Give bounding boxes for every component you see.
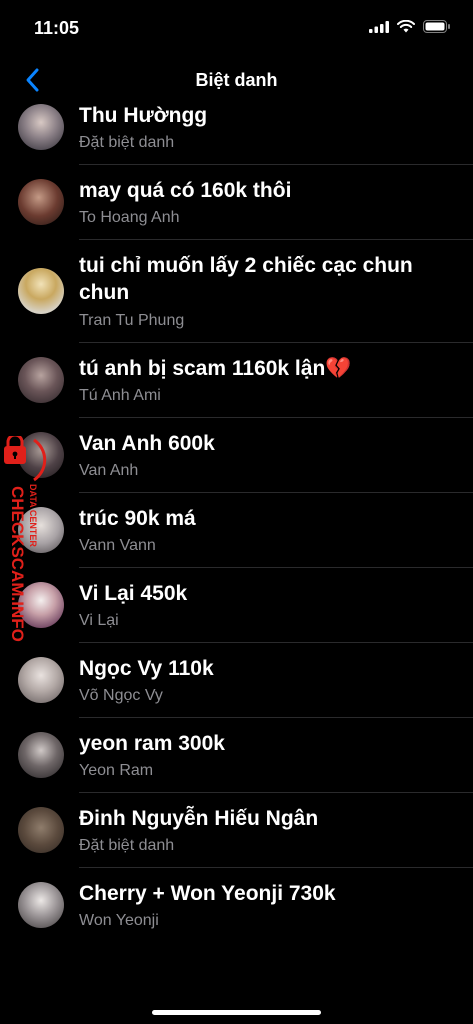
avatar <box>18 732 64 778</box>
contact-nickname: Vi Lại 450k <box>79 582 188 605</box>
avatar <box>18 268 64 314</box>
contact-nickname: Cherry + Won Yeonji 730k <box>79 882 336 905</box>
contact-subtitle: Vi Lại <box>79 612 119 629</box>
contact-row[interactable]: Ngọc Vy 110k Võ Ngọc Vy <box>0 643 473 718</box>
contact-nickname: tú anh bị scam 1160k lận💔 <box>79 355 453 382</box>
contact-row[interactable]: may quá có 160k thôi To Hoang Anh <box>0 165 473 240</box>
contact-row[interactable]: Cherry + Won Yeonji 730k Won Yeonji <box>0 868 473 943</box>
avatar <box>18 582 64 628</box>
page-title: Biệt danh <box>195 70 278 90</box>
contact-nickname: Van Anh 600k <box>79 432 215 455</box>
contact-nickname: Ngọc Vy 110k <box>79 657 214 680</box>
contact-row[interactable]: Thu Hườngg Đặt biệt danh <box>0 90 473 165</box>
avatar <box>18 179 64 225</box>
contact-row[interactable]: trúc 90k má Vann Vann <box>0 493 473 568</box>
home-indicator[interactable] <box>152 1010 321 1015</box>
contact-subtitle: Đặt biệt danh <box>79 837 175 854</box>
contact-nickname: yeon ram 300k <box>79 732 225 755</box>
contact-nickname: Thu Hườngg <box>79 104 208 127</box>
broken-heart-emoji: 💔 <box>325 357 352 380</box>
battery-icon <box>423 20 450 33</box>
contact-subtitle: Vann Vann <box>79 537 156 554</box>
status-time: 11:05 <box>34 18 80 38</box>
wifi-icon <box>397 20 415 33</box>
status-bar: 11:05 <box>0 0 473 56</box>
avatar <box>18 432 64 478</box>
avatar <box>18 807 64 853</box>
cellular-signal-icon <box>369 20 389 33</box>
contact-subtitle: Võ Ngọc Vy <box>79 687 163 704</box>
contact-row[interactable]: tui chỉ muốn lấy 2 chiếc cạc chun chun T… <box>0 240 473 343</box>
avatar <box>18 104 64 150</box>
contact-nickname: Đinh Nguyễn Hiếu Ngân <box>79 807 319 830</box>
contact-nickname: trúc 90k má <box>79 507 196 530</box>
contact-subtitle: Tú Anh Ami <box>79 387 161 404</box>
nickname-text: tú anh bị scam 1160k lận <box>79 357 326 380</box>
contact-nickname: tui chỉ muốn lấy 2 chiếc cạc chun chun <box>79 254 413 304</box>
contact-row[interactable]: Đinh Nguyễn Hiếu Ngân Đặt biệt danh <box>0 793 473 868</box>
avatar <box>18 507 64 553</box>
status-icons <box>369 20 451 33</box>
avatar <box>18 882 64 928</box>
contact-row[interactable]: yeon ram 300k Yeon Ram <box>0 718 473 793</box>
contact-subtitle: Tran Tu Phung <box>79 312 185 329</box>
contact-row[interactable]: Van Anh 600k Van Anh <box>0 418 473 493</box>
avatar <box>18 357 64 403</box>
contact-subtitle: Won Yeonji <box>79 912 159 929</box>
contact-subtitle: To Hoang Anh <box>79 209 180 226</box>
contact-row[interactable]: Vi Lại 450k Vi Lại <box>0 568 473 643</box>
contact-subtitle: Van Anh <box>79 462 139 479</box>
contact-subtitle: Yeon Ram <box>79 762 154 779</box>
contact-row[interactable]: tú anh bị scam 1160k lận💔 Tú Anh Ami <box>0 343 473 418</box>
avatar <box>18 657 64 703</box>
contact-nickname: may quá có 160k thôi <box>79 179 292 202</box>
contact-subtitle: Đặt biệt danh <box>79 134 175 151</box>
nickname-list: Thu Hườngg Đặt biệt danh may quá có 160k… <box>0 90 473 943</box>
